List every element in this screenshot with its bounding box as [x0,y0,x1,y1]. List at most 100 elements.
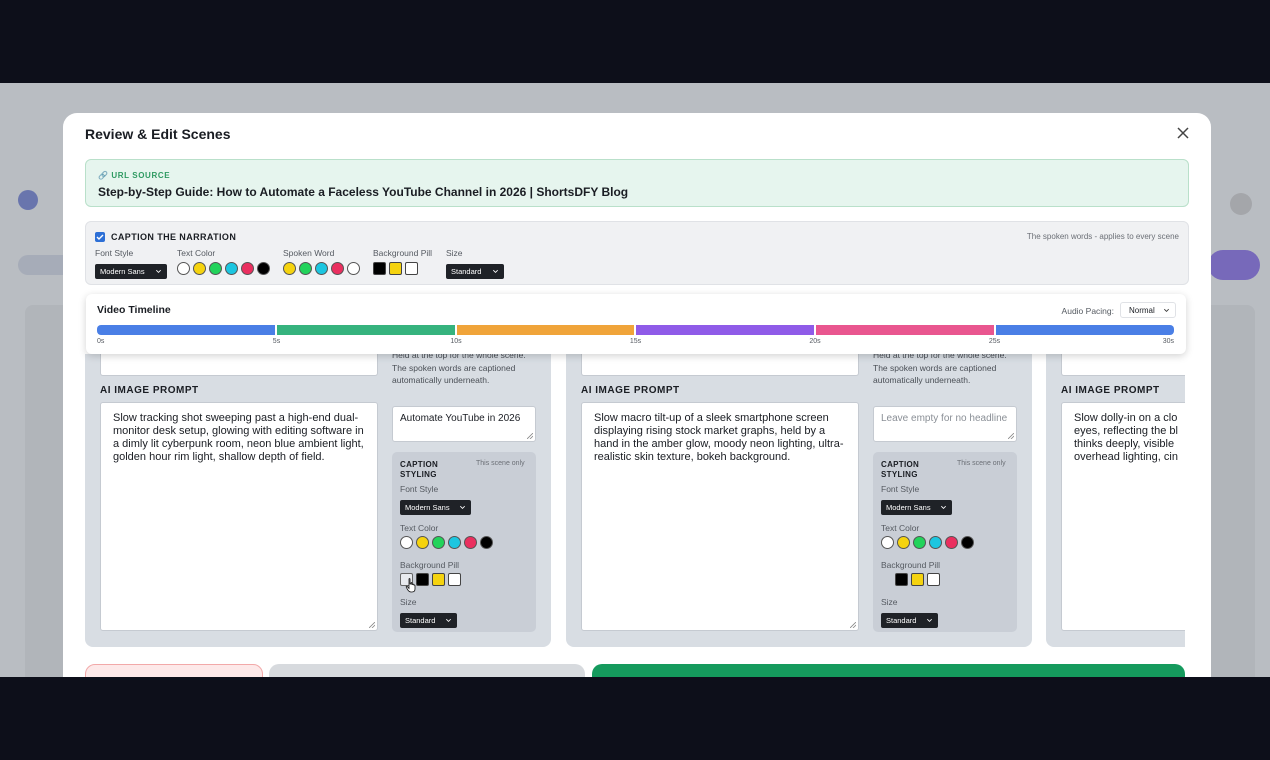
caption-note: The spoken words - applies to every scen… [1026,232,1179,241]
timeline-segment[interactable] [97,325,277,335]
timeline-segment[interactable] [816,325,997,335]
text-color-swatches [177,261,270,276]
text-color-swatch[interactable] [257,262,270,275]
url-source-panel: 🔗 URL SOURCE Step-by-Step Guide: How to … [85,159,1189,207]
scene-text-field[interactable] [1061,354,1185,376]
timeline-segment[interactable] [996,325,1174,335]
scene-font-style-value: Modern Sans [405,503,450,512]
background-pill-swatch[interactable] [373,262,386,275]
resize-handle-icon[interactable] [850,622,856,628]
scene-text-field[interactable] [100,354,378,376]
scene-size-select[interactable]: Standard [881,613,938,628]
caption-styling-panel: CAPTION STYLING This scene only Font Sty… [392,452,536,632]
chevron-down-icon [941,505,946,509]
scene-font-style-select[interactable]: Modern Sans [881,500,952,515]
caption-size-group: Size Standard [446,248,504,279]
text-color-swatch[interactable] [241,262,254,275]
size-label: Size [400,597,417,607]
scene-text-color-swatch[interactable] [881,536,894,549]
scene-font-style-select[interactable]: Modern Sans [400,500,471,515]
resize-handle-icon[interactable] [369,622,375,628]
text-color-swatch[interactable] [177,262,190,275]
scene-text-color-swatch[interactable] [929,536,942,549]
spoken-word-color-swatch[interactable] [299,262,312,275]
close-button[interactable] [1175,125,1191,141]
chevron-down-icon [446,618,451,622]
discard-button[interactable] [85,664,263,677]
headline-placeholder: Leave empty for no headline [881,413,1008,424]
headline-field[interactable]: Automate YouTube in 2026 [392,406,536,442]
scene-text-color-swatch[interactable] [480,536,493,549]
timeline-bar [97,325,1174,335]
scene-card: Held at the top for the whole scene. The… [566,354,1032,647]
scene-background-pill-swatch[interactable] [895,573,908,586]
headline-field[interactable]: Leave empty for no headline [873,406,1017,442]
font-style-select[interactable]: Modern Sans [95,264,167,279]
scene-list[interactable]: Held at the top for the whole scene. The… [85,354,1185,654]
ai-image-prompt-field[interactable]: Slow macro tilt-up of a sleek smartphone… [581,402,859,631]
ai-image-prompt-line: overhead lighting, cin [1074,451,1178,463]
resize-handle-icon[interactable] [527,433,533,439]
resize-handle-icon[interactable] [1008,433,1014,439]
secondary-action-button[interactable] [269,664,585,677]
ai-image-prompt-field[interactable]: Slow tracking shot sweeping past a high-… [100,402,378,631]
size-select[interactable]: Standard [446,264,504,279]
scene-text-color-swatch[interactable] [913,536,926,549]
spoken-word-color-swatch[interactable] [315,262,328,275]
chevron-down-icon [460,505,465,509]
caption-enabled-checkbox[interactable] [95,232,105,242]
caption-settings-panel: CAPTION THE NARRATION The spoken words -… [85,221,1189,285]
text-color-swatch[interactable] [209,262,222,275]
scene-text-color-swatches [400,535,493,550]
scene-text-color-swatch[interactable] [464,536,477,549]
scene-size-select[interactable]: Standard [400,613,457,628]
background-pill-label: Background Pill [373,248,433,258]
scene-size-value: Standard [405,616,436,625]
scene-background-pill-swatch[interactable] [416,573,429,586]
scene-font-style-value: Modern Sans [886,503,931,512]
text-color-swatch[interactable] [193,262,206,275]
caption-styling-note: This scene only [957,460,1006,467]
timeline-tick-label: 10s [450,338,462,345]
scene-text-color-swatch[interactable] [448,536,461,549]
mouse-cursor-icon [405,578,416,593]
chevron-down-icon [156,269,161,273]
scene-background-pill-swatch[interactable] [927,573,940,586]
caption-styling-title: CAPTION STYLING [881,460,920,479]
scene-text-color-swatch[interactable] [961,536,974,549]
audio-pacing-label: Audio Pacing: [1061,306,1114,316]
app-logo-icon [18,190,38,210]
text-color-label: Text Color [177,248,216,258]
timeline-segment[interactable] [276,325,457,335]
scene-text-field[interactable] [581,354,859,376]
timeline-title: Video Timeline [97,304,171,316]
scene-background-pill-swatch[interactable] [432,573,445,586]
scene-card: Held at the top for the whole scene. The… [85,354,551,647]
scene-text-color-swatch[interactable] [897,536,910,549]
spoken-word-swatches [283,261,360,276]
ai-image-prompt-label: AI IMAGE PROMPT [581,385,680,396]
background-pill-swatch[interactable] [389,262,402,275]
ai-image-prompt-field[interactable]: Slow dolly-in on a clo eyes, reflecting … [1061,402,1185,631]
scene-text-color-swatch[interactable] [432,536,445,549]
audio-pacing-select[interactable]: Normal [1120,302,1176,318]
primary-action-button[interactable] [592,664,1185,677]
scene-background-pill-swatch[interactable] [911,573,924,586]
caption-spoken-word-group: Spoken Word [283,248,360,276]
scene-text-color-swatch[interactable] [416,536,429,549]
spoken-word-color-swatch[interactable] [283,262,296,275]
caption-background-pill-group: Background Pill [373,248,432,276]
spoken-word-color-swatch[interactable] [347,262,360,275]
scene-text-color-swatch[interactable] [400,536,413,549]
scene-text-color-swatch[interactable] [945,536,958,549]
scene-background-pill-swatch[interactable] [448,573,461,586]
timeline-segment[interactable] [636,325,817,335]
spoken-word-color-swatch[interactable] [331,262,344,275]
ai-image-prompt-line: thinks deeply, visible [1074,438,1175,450]
timeline-tick-label: 30s [1162,338,1174,345]
timeline-segment[interactable] [456,325,637,335]
background-pill-swatch[interactable] [405,262,418,275]
background-pill-label: Background Pill [400,560,460,570]
text-color-swatch[interactable] [225,262,238,275]
timeline-tick-label: 25s [988,338,1001,345]
